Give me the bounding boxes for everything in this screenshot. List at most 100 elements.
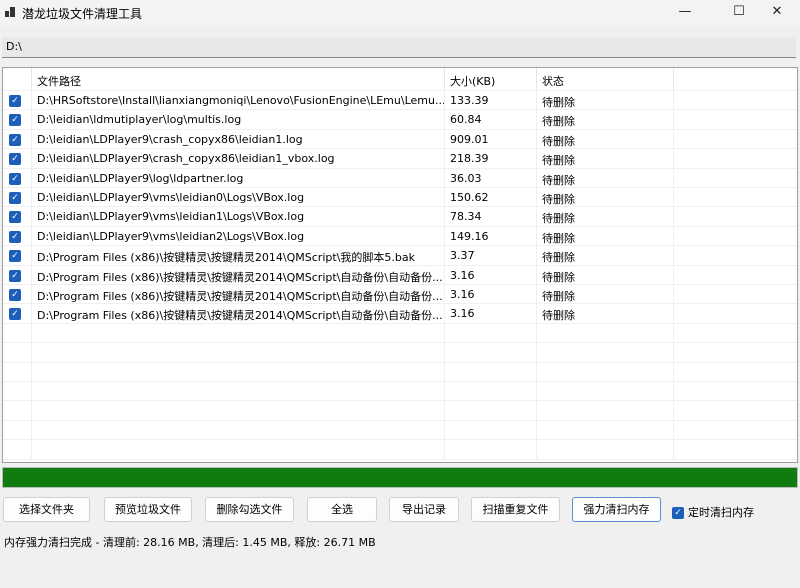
- row-status: 待删除: [537, 168, 674, 187]
- row-size: [445, 420, 537, 440]
- row-check-cell[interactable]: [3, 362, 32, 381]
- checkbox-checked-icon[interactable]: ✓: [9, 133, 21, 146]
- path-input[interactable]: D:\: [2, 37, 796, 58]
- row-check-cell[interactable]: [3, 401, 32, 420]
- checkbox-checked-icon[interactable]: ✓: [9, 114, 21, 127]
- scan-duplicates-button[interactable]: 扫描重复文件: [471, 497, 560, 522]
- header-status[interactable]: 状态: [537, 68, 674, 90]
- row-check-cell[interactable]: ✓: [3, 188, 32, 207]
- checkbox-checked-icon[interactable]: ✓: [672, 507, 684, 519]
- table-row[interactable]: ✓ D:\HRSoftstore\Install\lianxiangmoniqi\…: [3, 91, 797, 111]
- checkbox-checked-icon[interactable]: ✓: [9, 153, 21, 166]
- header-empty: [674, 68, 797, 90]
- row-size: [445, 401, 537, 420]
- row-status: 待删除: [537, 304, 674, 323]
- select-folder-button[interactable]: 选择文件夹: [3, 497, 90, 522]
- row-path: D:\leidian\LDPlayer9\crash_copyx86\leidi…: [32, 149, 445, 168]
- row-empty: [674, 227, 797, 245]
- row-size: 149.16: [445, 226, 537, 246]
- delete-checked-button[interactable]: 删除勾选文件: [205, 497, 294, 522]
- checkbox-checked-icon[interactable]: ✓: [9, 269, 21, 282]
- checkbox-checked-icon[interactable]: ✓: [9, 192, 21, 204]
- row-status: 待删除: [537, 149, 674, 168]
- row-check-cell[interactable]: [3, 382, 32, 401]
- table-row[interactable]: ✓ D:\leidian\LDPlayer9\vms\leidian1\Logs\…: [3, 207, 797, 227]
- table-row[interactable]: ✓ D:\leidian\LDPlayer9\crash_copyx86\leid…: [3, 149, 797, 169]
- row-status: [537, 343, 674, 362]
- row-size: 3.37: [445, 246, 537, 265]
- row-check-cell[interactable]: ✓: [3, 207, 32, 226]
- checkbox-checked-icon[interactable]: ✓: [9, 172, 21, 185]
- row-check-cell[interactable]: ✓: [3, 226, 32, 246]
- table-row[interactable]: ✓ D:\leidian\LDPlayer9\log\ldpartner.log 3…: [3, 168, 797, 188]
- window-title: 潜龙垃圾文件清理工具: [22, 7, 143, 21]
- row-check-cell[interactable]: ✓: [3, 304, 32, 323]
- preview-junk-button[interactable]: 预览垃圾文件: [104, 497, 192, 522]
- row-path: D:\leidian\LDPlayer9\crash_copyx86\leidi…: [32, 129, 445, 149]
- row-size: [445, 440, 537, 459]
- row-status: 待删除: [537, 110, 674, 129]
- progress-bar: [2, 467, 798, 488]
- row-path: [32, 440, 445, 459]
- row-path: D:\Program Files (x86)\按键精灵\按键精灵2014\QMS…: [32, 285, 445, 304]
- checkbox-checked-icon[interactable]: ✓: [9, 250, 21, 263]
- table-row[interactable]: ✓ D:\leidian\LDPlayer9\vms\leidian2\Logs\…: [3, 226, 797, 247]
- row-path: D:\leidian\LDPlayer9\vms\leidian0\Logs\V…: [32, 188, 445, 207]
- row-check-cell[interactable]: ✓: [3, 91, 32, 110]
- row-size: [445, 323, 537, 343]
- row-check-cell[interactable]: ✓: [3, 246, 32, 265]
- row-status: 待删除: [537, 188, 674, 207]
- export-log-button[interactable]: 导出记录: [389, 497, 459, 522]
- empty-row[interactable]: [3, 323, 797, 344]
- row-empty: [674, 285, 797, 303]
- row-empty: [674, 440, 797, 458]
- empty-row[interactable]: [3, 440, 797, 460]
- minimize-button[interactable]: —: [662, 0, 708, 26]
- row-status: 待删除: [537, 207, 674, 226]
- force-clean-memory-button[interactable]: 强力清扫内存: [572, 497, 661, 522]
- row-empty: [674, 324, 797, 342]
- row-check-cell[interactable]: ✓: [3, 285, 32, 304]
- row-path: D:\Program Files (x86)\按键精灵\按键精灵2014\QMS…: [32, 304, 445, 323]
- header-path[interactable]: 文件路径: [32, 68, 445, 90]
- table-row[interactable]: ✓ D:\leidian\LDPlayer9\vms\leidian0\Logs\…: [3, 188, 797, 208]
- row-status: 待删除: [537, 246, 674, 265]
- table-row[interactable]: ✓ D:\Program Files (x86)\按键精灵\按键精灵2014\QM…: [3, 285, 797, 305]
- table-row[interactable]: ✓ D:\leidian\LDPlayer9\crash_copyx86\leid…: [3, 129, 797, 150]
- timer-clean-checkbox[interactable]: ✓ 定时清扫内存: [672, 504, 754, 520]
- checkbox-checked-icon[interactable]: ✓: [9, 289, 21, 301]
- file-list[interactable]: 文件路径 大小(KB) 状态 ✓ D:\HRSoftstore\Install\l…: [2, 67, 798, 463]
- row-check-cell[interactable]: ✓: [3, 265, 32, 284]
- checkbox-checked-icon[interactable]: ✓: [9, 211, 21, 224]
- table-row[interactable]: ✓ D:\leidian\ldmutiplayer\log\multis.log 6…: [3, 110, 797, 130]
- row-check-cell[interactable]: ✓: [3, 149, 32, 168]
- table-row[interactable]: ✓ D:\Program Files (x86)\按键精灵\按键精灵2014\QM…: [3, 246, 797, 266]
- row-empty: [674, 304, 797, 322]
- row-empty: [674, 266, 797, 284]
- row-path: D:\leidian\LDPlayer9\vms\leidian1\Logs\V…: [32, 207, 445, 226]
- checkbox-checked-icon[interactable]: ✓: [9, 95, 21, 107]
- empty-row[interactable]: [3, 382, 797, 402]
- empty-row[interactable]: [3, 420, 797, 441]
- row-path: [32, 362, 445, 381]
- close-button[interactable]: ✕: [754, 0, 800, 26]
- row-check-cell[interactable]: ✓: [3, 110, 32, 129]
- empty-row[interactable]: [3, 401, 797, 421]
- table-row[interactable]: ✓ D:\Program Files (x86)\按键精灵\按键精灵2014\QM…: [3, 304, 797, 324]
- row-empty: [674, 246, 797, 264]
- row-check-cell[interactable]: ✓: [3, 168, 32, 187]
- row-check-cell[interactable]: [3, 420, 32, 440]
- header-size[interactable]: 大小(KB): [445, 68, 537, 90]
- checkbox-checked-icon[interactable]: ✓: [9, 230, 21, 243]
- row-check-cell[interactable]: ✓: [3, 129, 32, 149]
- table-row[interactable]: ✓ D:\Program Files (x86)\按键精灵\按键精灵2014\QM…: [3, 265, 797, 285]
- row-check-cell[interactable]: [3, 323, 32, 343]
- row-empty: [674, 343, 797, 361]
- row-path: D:\leidian\ldmutiplayer\log\multis.log: [32, 110, 445, 129]
- select-all-button[interactable]: 全选: [307, 497, 377, 522]
- empty-row[interactable]: [3, 362, 797, 382]
- empty-row[interactable]: [3, 343, 797, 363]
- row-check-cell[interactable]: [3, 440, 32, 459]
- checkbox-checked-icon[interactable]: ✓: [9, 308, 21, 321]
- row-check-cell[interactable]: [3, 343, 32, 362]
